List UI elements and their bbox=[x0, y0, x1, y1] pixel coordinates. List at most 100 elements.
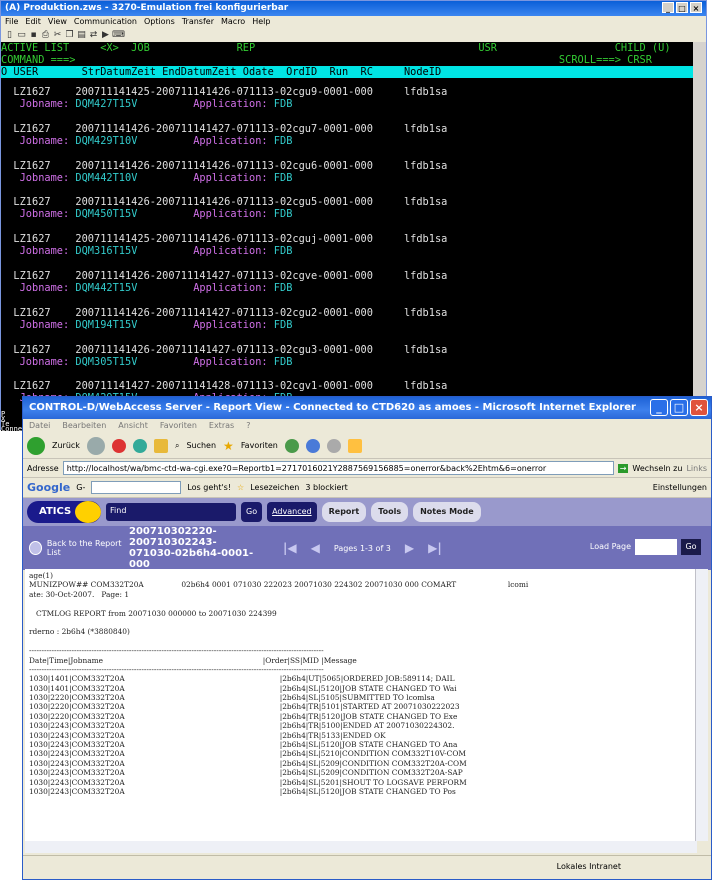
paste-icon[interactable]: ▤ bbox=[76, 30, 87, 41]
control-d-toolbar: ATICS Find Go Advanced Report Tools Note… bbox=[23, 498, 711, 526]
job-record[interactable]: LZ1627 200711141426-200711141427-071113-… bbox=[1, 299, 693, 336]
load-page-input[interactable] bbox=[635, 539, 677, 555]
terminal-menu-item[interactable]: File bbox=[5, 17, 18, 27]
job-detail-line: Jobname: DQM316T15V Application: FDB bbox=[1, 245, 693, 257]
google-search-button[interactable]: Los geht's! bbox=[187, 483, 231, 492]
jobname-label: Jobname: bbox=[1, 208, 76, 221]
google-toolbar: Google G- Los geht's! ☆ Lesezeichen 3 bl… bbox=[23, 478, 711, 498]
go-arrow-icon[interactable]: → bbox=[617, 463, 629, 473]
job-record[interactable]: LZ1627 200711141426-200711141427-071113-… bbox=[1, 336, 693, 373]
print-icon[interactable]: ⎙ bbox=[40, 30, 51, 41]
report-vertical-scrollbar[interactable] bbox=[695, 569, 708, 841]
save-icon[interactable]: ▪ bbox=[28, 30, 39, 41]
back-to-list[interactable]: Back to the Report List bbox=[29, 539, 129, 557]
job-record-line: LZ1627 200711141425-200711141426-071113-… bbox=[1, 86, 448, 98]
find-field[interactable]: Find bbox=[106, 503, 236, 521]
favorites-button[interactable]: Favoriten bbox=[241, 441, 278, 450]
settings-button[interactable]: Einstellungen bbox=[653, 483, 707, 492]
maximize-icon[interactable]: □ bbox=[670, 399, 688, 416]
browser-titlebar: CONTROL-D/WebAccess Server - Report View… bbox=[23, 397, 711, 419]
browser-menu-item[interactable]: Datei bbox=[29, 421, 50, 431]
minimize-icon[interactable]: _ bbox=[662, 2, 674, 13]
close-icon[interactable]: × bbox=[690, 2, 702, 13]
back-icon[interactable] bbox=[27, 436, 45, 455]
close-icon[interactable]: × bbox=[690, 399, 708, 416]
terminal-menu-item[interactable]: View bbox=[48, 17, 67, 27]
macro-icon[interactable]: ▶ bbox=[100, 30, 111, 41]
search-icon[interactable]: ⌕ bbox=[175, 441, 179, 451]
load-page-label: Load Page bbox=[589, 542, 631, 551]
find-go-button[interactable]: Go bbox=[241, 502, 263, 522]
last-page-icon[interactable]: ▶| bbox=[428, 541, 442, 555]
report-horizontal-scrollbar[interactable] bbox=[25, 841, 697, 853]
home-icon[interactable] bbox=[153, 438, 168, 453]
links-label[interactable]: Links bbox=[686, 464, 707, 473]
cut-icon[interactable]: ✂ bbox=[52, 30, 63, 41]
first-page-icon[interactable]: |◀ bbox=[283, 541, 297, 555]
terminal-window: (A) Produktion.zws - 3270-Emulation frei… bbox=[0, 0, 707, 433]
notes-mode-button[interactable]: Notes Mode bbox=[413, 502, 481, 522]
maximize-icon[interactable]: □ bbox=[676, 2, 688, 13]
terminal-screen[interactable]: ACTIVE LIST <X> JOB REP USR CHILD (U) CO… bbox=[1, 42, 693, 412]
terminal-menu-item[interactable]: Help bbox=[252, 17, 270, 27]
report-menu[interactable]: Report bbox=[321, 502, 367, 522]
terminal-menu-item[interactable]: Edit bbox=[25, 17, 41, 27]
job-record[interactable]: LZ1627 200711141426-200711141426-071113-… bbox=[1, 188, 693, 225]
browser-menu-item[interactable]: ? bbox=[246, 421, 250, 431]
load-page-go-button[interactable]: Go bbox=[681, 539, 701, 555]
prev-page-icon[interactable]: ◀ bbox=[311, 541, 320, 555]
mail-icon[interactable] bbox=[305, 438, 320, 453]
address-input[interactable]: http://localhost/wa/bmc-ctd-wa-cgi.exe?0… bbox=[62, 461, 614, 475]
terminal-menu-item[interactable]: Transfer bbox=[182, 17, 214, 27]
terminal-menu-item[interactable]: Options bbox=[144, 17, 175, 27]
minimize-icon[interactable]: _ bbox=[650, 399, 668, 416]
tools-menu[interactable]: Tools bbox=[371, 502, 409, 522]
jobname-value: DQM316T15V bbox=[75, 245, 138, 258]
back-button[interactable]: Zurück bbox=[52, 441, 80, 450]
search-button[interactable]: Suchen bbox=[186, 441, 216, 450]
terminal-scrollbar[interactable] bbox=[693, 42, 706, 412]
terminal-menu-item[interactable]: Macro bbox=[221, 17, 245, 27]
browser-menubar: Datei Bearbeiten Ansicht Favoriten Extras? bbox=[23, 419, 711, 433]
job-record-line: LZ1627 200711141426-200711141427-071113-… bbox=[1, 306, 448, 319]
forward-icon[interactable] bbox=[86, 436, 105, 455]
job-record[interactable]: LZ1627 200711141425-200711141426-071113-… bbox=[1, 78, 693, 115]
bookmarks-button[interactable]: Lesezeichen bbox=[250, 483, 299, 492]
popup-blocked-button[interactable]: 3 blockiert bbox=[305, 483, 347, 492]
google-search-input[interactable] bbox=[91, 481, 182, 494]
keyboard-icon[interactable]: ⌨ bbox=[112, 30, 125, 41]
browser-menu-item[interactable]: Ansicht bbox=[118, 421, 148, 431]
advanced-link[interactable]: Advanced bbox=[267, 502, 317, 522]
copy-icon[interactable]: ❐ bbox=[64, 30, 75, 41]
connect-icon[interactable]: ⇄ bbox=[88, 30, 99, 41]
stop-icon[interactable] bbox=[111, 438, 126, 453]
go-button[interactable]: Wechseln zu bbox=[632, 464, 682, 473]
command-line[interactable]: COMMAND ===> SCROLL===> CRSR bbox=[1, 54, 693, 66]
folder-icon[interactable] bbox=[347, 438, 362, 453]
job-record[interactable]: LZ1627 200711141425-200711141426-071113-… bbox=[1, 225, 693, 262]
application-value: FDB bbox=[273, 355, 293, 368]
report-line: ate: 30-Oct-2007. Page: 1 bbox=[29, 589, 130, 599]
browser-menu-item[interactable]: Extras bbox=[209, 421, 234, 431]
job-record[interactable]: LZ1627 200711141426-200711141426-071113-… bbox=[1, 152, 693, 189]
google-menu-button[interactable]: G- bbox=[76, 483, 85, 492]
job-record[interactable]: LZ1627 200711141426-200711141427-071113-… bbox=[1, 262, 693, 299]
job-detail-line: Jobname: DQM427T15V Application: FDB bbox=[1, 98, 693, 110]
terminal-menu-item[interactable]: Communication bbox=[74, 17, 137, 27]
jobname-label: Jobname: bbox=[1, 245, 76, 258]
open-icon[interactable]: ▭ bbox=[16, 30, 27, 41]
browser-menu-item[interactable]: Favoriten bbox=[160, 421, 197, 431]
browser-menu-item[interactable]: Bearbeiten bbox=[62, 421, 106, 431]
next-page-icon[interactable]: ▶ bbox=[405, 541, 414, 555]
job-record[interactable]: LZ1627 200711141426-200711141427-071113-… bbox=[1, 115, 693, 152]
browser-toolbar: Zurück ⌕ Suchen ★ Favoriten bbox=[23, 433, 711, 459]
application-label: Application: bbox=[137, 281, 274, 294]
jobname-value: DQM442T10V bbox=[75, 171, 138, 184]
report-line bbox=[29, 618, 691, 627]
print-icon[interactable] bbox=[326, 438, 341, 453]
refresh-icon[interactable] bbox=[132, 438, 147, 453]
history-icon[interactable] bbox=[284, 438, 299, 453]
favorites-icon[interactable]: ★ bbox=[223, 439, 234, 453]
new-icon[interactable]: ▯ bbox=[4, 30, 15, 41]
back-arrow-icon[interactable] bbox=[29, 541, 42, 555]
